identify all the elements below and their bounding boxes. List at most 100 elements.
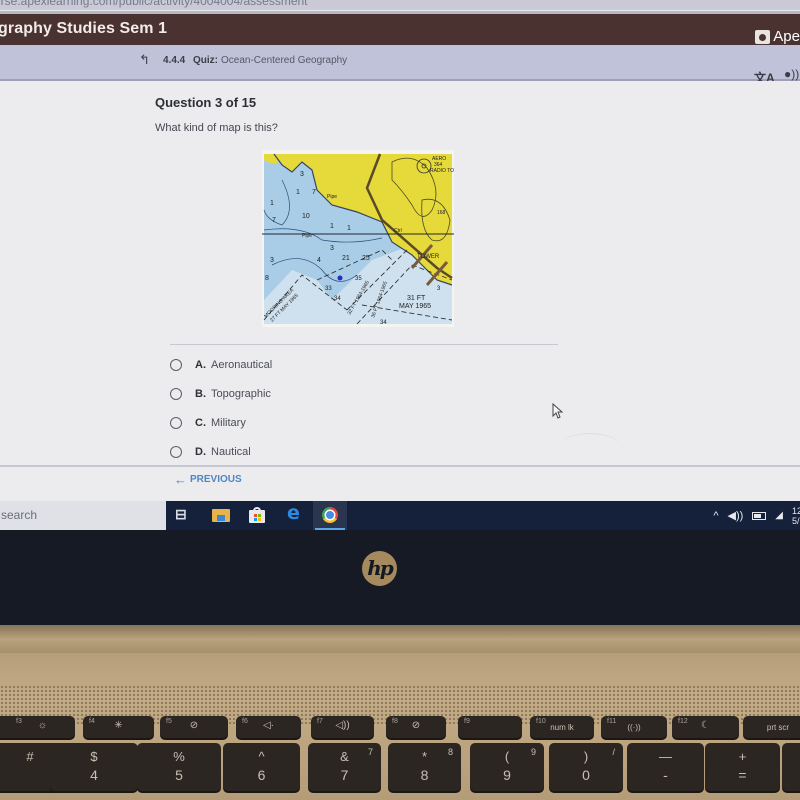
sounding: 34 bbox=[380, 320, 387, 326]
address-bar[interactable]: urse.apexlearning.com/public/activity/40… bbox=[0, 0, 800, 10]
hp-logo: hp bbox=[362, 551, 397, 586]
chrome-icon bbox=[322, 507, 338, 523]
sounding: 1 bbox=[330, 223, 334, 230]
key-f12[interactable]: f12 ☾ bbox=[672, 716, 739, 738]
task-view-icon[interactable]: ⊟ bbox=[175, 506, 193, 522]
laptop-hinge bbox=[0, 625, 800, 653]
sounding: 35 bbox=[355, 276, 362, 282]
volume-icon[interactable]: ◀)) bbox=[728, 509, 744, 522]
option-letter: A. bbox=[195, 359, 206, 371]
option-b[interactable]: B. Topographic bbox=[170, 388, 271, 400]
sounding: 3 bbox=[330, 245, 334, 252]
key-label: = bbox=[738, 767, 747, 783]
option-text: Nautical bbox=[211, 446, 251, 458]
key-f6[interactable]: f6 ◁· bbox=[236, 716, 301, 738]
sounding: 4 bbox=[317, 257, 321, 264]
left-arrow-icon: ← bbox=[174, 472, 187, 487]
option-letter: B. bbox=[195, 388, 206, 400]
key-f8[interactable]: f8 ⊘ bbox=[386, 716, 446, 738]
volume-down-icon: ◁· bbox=[262, 720, 275, 731]
up-arrow-icon[interactable]: ↰ bbox=[139, 52, 150, 68]
activity-type: Quiz: bbox=[193, 55, 218, 66]
key-f7[interactable]: f7 ◁)) bbox=[311, 716, 374, 738]
key-9[interactable]: ( 9 9 bbox=[470, 743, 544, 791]
sleep-icon: ☾ bbox=[701, 720, 710, 731]
option-c[interactable]: C. Military bbox=[170, 417, 246, 429]
question-prompt: What kind of map is this? bbox=[155, 122, 278, 134]
key-f4[interactable]: f4 ✳ bbox=[83, 716, 154, 738]
chrome-taskbar-button[interactable] bbox=[313, 501, 347, 530]
text-to-speech-icon[interactable]: ●)) bbox=[784, 67, 799, 81]
mic-mute-icon: ⊘ bbox=[411, 720, 421, 731]
map-label: 31 FT bbox=[407, 295, 426, 302]
radio-button[interactable] bbox=[170, 446, 182, 458]
previous-button[interactable]: ← PREVIOUS bbox=[174, 472, 242, 487]
sounding: 21 bbox=[342, 255, 350, 262]
key-f9[interactable]: f9 bbox=[458, 716, 522, 738]
sounding: 10 bbox=[302, 213, 310, 220]
key-prt-scr[interactable]: prt scr bbox=[743, 716, 800, 738]
key-numpad-label: 9 bbox=[530, 747, 536, 757]
key-label: 9 bbox=[503, 767, 511, 783]
key-f5[interactable]: f5 ⊘ bbox=[160, 716, 228, 738]
search-placeholder: search bbox=[1, 508, 38, 522]
apex-logo-icon bbox=[755, 29, 771, 44]
sounding: 3 bbox=[300, 171, 304, 178]
sounding: 34 bbox=[334, 296, 341, 302]
activity-name: Ocean-Centered Geography bbox=[221, 55, 348, 66]
key-5[interactable]: % 5 bbox=[137, 743, 221, 791]
sounding: 7 bbox=[272, 217, 276, 224]
key-4[interactable]: $ 4 bbox=[50, 743, 138, 791]
laptop-bezel bbox=[0, 530, 800, 625]
key-6[interactable]: ^ 6 bbox=[223, 743, 300, 791]
brand[interactable]: Ape bbox=[755, 28, 800, 45]
sounding: 7 bbox=[312, 189, 316, 196]
key-label: 5 bbox=[175, 767, 183, 783]
key-f10[interactable]: f10 num lk bbox=[530, 716, 594, 738]
taskbar-search[interactable]: search bbox=[0, 501, 166, 530]
key-shift-label: + bbox=[738, 749, 747, 764]
microsoft-store-icon[interactable] bbox=[248, 507, 266, 523]
file-explorer-icon[interactable] bbox=[212, 507, 230, 523]
airplane-mode-icon: ((·)) bbox=[627, 723, 641, 732]
key-backspace[interactable] bbox=[782, 743, 800, 791]
sounding: 1 bbox=[347, 225, 351, 232]
question-content: Question 3 of 15 What kind of map is thi… bbox=[0, 81, 800, 501]
key-8[interactable]: * 8 8 bbox=[388, 743, 461, 791]
key-equals[interactable]: + = bbox=[705, 743, 780, 791]
map-label: MAY 1965 bbox=[399, 303, 431, 310]
key-minus[interactable]: — - bbox=[627, 743, 704, 791]
radio-button[interactable] bbox=[170, 388, 182, 400]
key-label: prt scr bbox=[766, 723, 790, 732]
battery-icon[interactable] bbox=[752, 511, 767, 520]
question-counter: Question 3 of 15 bbox=[155, 95, 257, 110]
option-d[interactable]: D. Nautical bbox=[170, 446, 251, 458]
num-lock-label: num lk bbox=[550, 723, 574, 732]
key-0[interactable]: ) 0 / bbox=[549, 743, 623, 791]
radio-button[interactable] bbox=[170, 359, 182, 371]
content-divider bbox=[170, 344, 558, 345]
key-7[interactable]: & 7 7 bbox=[308, 743, 381, 791]
key-label: 4 bbox=[90, 767, 98, 783]
key-numpad-label: / bbox=[612, 747, 615, 757]
brand-name: Ape bbox=[773, 28, 800, 45]
radio-button[interactable] bbox=[170, 417, 182, 429]
key-shift-label: % bbox=[173, 749, 185, 764]
key-f3[interactable]: f3 ☼ bbox=[0, 716, 75, 738]
edge-icon[interactable]: e bbox=[287, 502, 305, 524]
option-text: Military bbox=[211, 417, 246, 429]
map-label: TOWER bbox=[417, 254, 440, 260]
key-label: - bbox=[663, 767, 668, 783]
map-label: Ctrl bbox=[394, 228, 402, 234]
clock-time: 12 bbox=[792, 505, 800, 516]
key-f11[interactable]: f11 ((·)) bbox=[601, 716, 667, 738]
laptop-screen: urse.apexlearning.com/public/activity/40… bbox=[0, 0, 800, 530]
key-shift-label: — bbox=[659, 749, 672, 764]
show-hidden-icons-chevron[interactable]: ^ bbox=[713, 510, 718, 522]
option-letter: C. bbox=[195, 417, 206, 429]
wifi-icon[interactable]: ◢ bbox=[775, 510, 783, 521]
clock[interactable]: 12 5/ bbox=[792, 506, 800, 526]
previous-label: PREVIOUS bbox=[190, 474, 242, 485]
option-a[interactable]: A. Aeronautical bbox=[170, 359, 272, 371]
clock-date: 5/ bbox=[792, 515, 800, 526]
